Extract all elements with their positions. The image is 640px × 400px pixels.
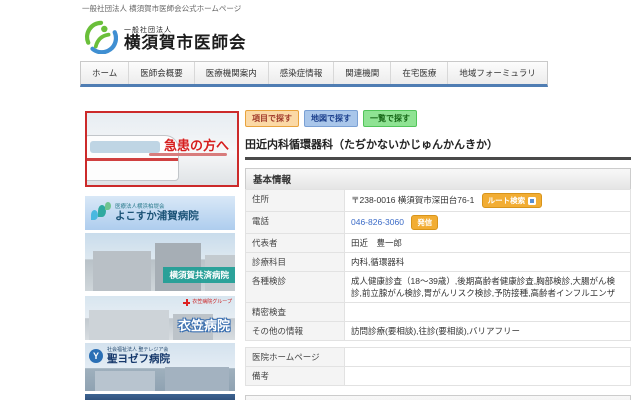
other-info-value: 訪問診療(要相談),往診(要相談),バリアフリー [345,322,631,341]
hours-heading: 診療時間 [245,395,631,400]
building-graphic [165,367,229,391]
joseph-hospital-name: 聖ヨゼフ病院 [107,353,170,366]
emergency-banner-subtext-graphic [149,153,227,156]
basic-info-table: 住所 〒238-0016 横須賀市深田台76-1 ルート検索 電話 046-82… [245,189,631,341]
banner-st-joseph-hospital[interactable]: Y 社会福祉法人 聖テレジア会 聖ヨゼフ病院 [85,343,235,391]
kyosai-hospital-name: 横須賀共済病院 [163,267,235,283]
screenings-label: 各種検診 [246,272,345,303]
director-label: 代表者 [246,234,345,253]
links-table: 医院ホームページ 備考 [245,347,631,386]
site-tagline: 一般社団法人 横須賀市医師会公式ホームページ [82,3,241,14]
table-row-departments: 診療科目 内科,循環器科 [246,253,631,272]
banner-kinugasa-hospital[interactable]: 衣笠病院グループ 衣笠病院 [85,296,235,340]
call-button[interactable]: 発信 [411,215,438,230]
uraga-hospital-name: よこすか浦賀病院 [115,210,199,222]
search-by-item-button[interactable]: 項目で探す [245,110,299,127]
other-info-label: その他の情報 [246,322,345,341]
kinugasa-hospital-name: 衣笠病院 [178,315,230,334]
building-graphic [89,310,169,340]
search-by-map-button[interactable]: 地図で探す [304,110,358,127]
departments-value: 内科,循環器科 [345,253,631,272]
address-value: 〒238-0016 横須賀市深田台76-1 [351,195,474,205]
screenings-value: 成人健康診査（18～39歳）,後期高齢者健康診査,胸部検診,大腸がん検診,前立腺… [345,272,631,303]
table-row-address: 住所 〒238-0016 横須賀市深田台76-1 ルート検索 [246,190,631,212]
main-content: 項目で探す 地図で探す 一覧で探す 田近内科循環器科（たぢかないかじゅんかんきか… [245,110,631,400]
uraga-banner-text: 医療法人横浜柏堤会 よこすか浦賀病院 [115,204,199,222]
table-row-screenings: 各種検診 成人健康診査（18～39歳）,後期高齢者健康診査,胸部検診,大腸がん検… [246,272,631,303]
departments-label: 診療科目 [246,253,345,272]
detailed-exam-value [345,303,631,322]
table-row-remarks: 備考 [246,367,631,386]
table-row-director: 代表者 田近 豊一郎 [246,234,631,253]
homepage-value [345,348,631,367]
table-row-phone: 電話 046-826-3060 発信 [246,212,631,234]
table-row-other-info: その他の情報 訪問診療(要相談),往診(要相談),バリアフリー [246,322,631,341]
director-value: 田近 豊一郎 [345,234,631,253]
search-toolbar: 項目で探す 地図で探す 一覧で探す [245,110,631,127]
route-map-icon [528,197,536,205]
route-search-button[interactable]: ルート検索 [482,193,543,208]
homepage-label: 医院ホームページ [246,348,345,367]
table-row-homepage: 医院ホームページ [246,348,631,367]
kinugasa-group-mark: 衣笠病院グループ [183,299,232,306]
red-cross-icon [183,299,190,306]
brand-org-name: 横須賀市医師会 [124,34,247,52]
nav-item-formulary[interactable]: 地域フォーミュラリ [447,62,547,84]
call-button-label: 発信 [417,217,432,228]
nav-item-infection-info[interactable]: 感染症情報 [268,62,334,84]
emergency-banner-title: 急患の方へ [164,135,229,154]
sidebar-banners: 急患の方へ 医療法人横浜柏堤会 よこすか浦賀病院 横須賀共済病院 衣笠病院グルー… [85,111,235,400]
detailed-exam-label: 精密検査 [246,303,345,322]
building-graphic [95,371,155,391]
phone-label: 電話 [246,212,345,234]
medical-association-logo-icon [84,20,118,59]
building-graphic [93,251,151,291]
search-by-list-button[interactable]: 一覧で探す [363,110,417,127]
uraga-hospital-logo-icon [91,202,111,224]
banner-yokosuka-kyosai-hospital[interactable]: 横須賀共済病院 [85,233,235,291]
page: 一般社団法人 横須賀市医師会公式ホームページ 一般社団法人 横須賀市医師会 ホー… [0,0,640,400]
remarks-label: 備考 [246,367,345,386]
nav-item-home-care[interactable]: 在宅医療 [390,62,447,84]
nav-item-home[interactable]: ホーム [81,62,128,84]
table-row-detailed-exam: 精密検査 [246,303,631,322]
banner-partial-next[interactable] [85,394,235,400]
emergency-banner[interactable]: 急患の方へ [85,111,239,187]
banner-yokosuka-uraga-hospital[interactable]: 医療法人横浜柏堤会 よこすか浦賀病院 [85,196,235,230]
joseph-banner-text: Y 社会福祉法人 聖テレジア会 聖ヨゼフ病院 [89,347,170,366]
kinugasa-group-label: 衣笠病院グループ [192,300,232,306]
hours-section: 診療時間 午前 午後 月 9:00 ～ 12:00 15:00 ～ 18:00 … [245,395,631,400]
remarks-value [345,367,631,386]
nav-item-institutions[interactable]: 医療機関案内 [194,62,268,84]
clinic-page-title: 田近内科循環器科（たぢかないかじゅんかんきか） [245,136,631,160]
site-logo[interactable]: 一般社団法人 横須賀市医師会 [84,20,247,59]
phone-number-link[interactable]: 046-826-3060 [351,217,404,227]
address-label: 住所 [246,190,345,212]
global-nav: ホーム 医師会概要 医療機関案内 感染症情報 関連機関 在宅医療 地域フォーミュ… [80,61,548,87]
route-search-label: ルート検索 [488,195,526,206]
nav-item-related-orgs[interactable]: 関連機関 [333,62,390,84]
nav-item-overview[interactable]: 医師会概要 [128,62,194,84]
basic-info-heading: 基本情報 [245,168,631,189]
joseph-logo-icon: Y [89,349,103,363]
brand-text: 一般社団法人 横須賀市医師会 [124,27,247,53]
